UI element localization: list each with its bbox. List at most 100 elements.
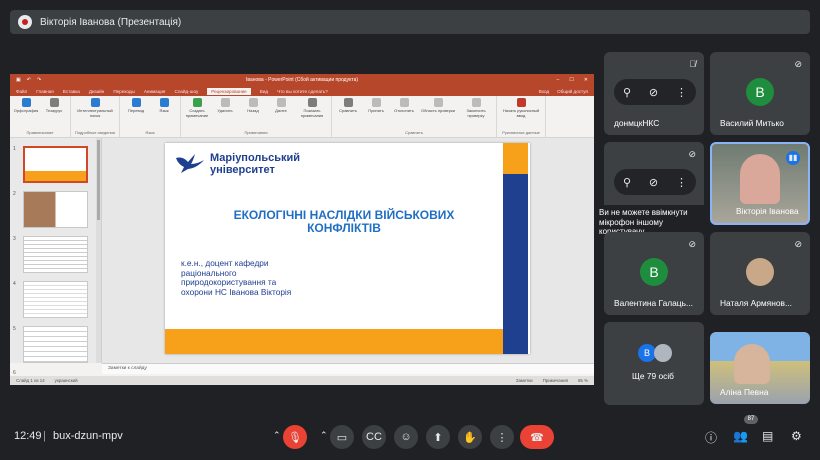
start-inking-button[interactable]: Начать рукописный ввод <box>501 98 541 118</box>
tab-animation[interactable]: Анимация <box>144 89 166 94</box>
next-comment-button[interactable]: Далее <box>269 98 293 118</box>
leave-call-button[interactable]: ☎ <box>520 425 554 449</box>
chat-icon[interactable]: ▤ <box>762 429 773 443</box>
activities-icon[interactable]: ⚙ <box>791 429 802 443</box>
more-participants-tile[interactable]: В Ще 79 осіб <box>604 322 704 405</box>
reviewing-pane-button[interactable]: Область проверки <box>420 98 456 118</box>
participant-tile[interactable]: ⊘ В Валентина Галаць... <box>604 232 704 315</box>
reject-button[interactable]: Отклонить <box>392 98 416 118</box>
camera-button[interactable]: ▭ <box>330 425 354 449</box>
more-participants-label: Ще 79 осіб <box>632 371 674 381</box>
slide-title: ЕКОЛОГІЧНІ НАСЛІДКИ ВІЙСЬКОВИХ КОНФЛІКТІ… <box>233 208 455 236</box>
tile-actions: ⚲ ⊘ ⋮ <box>614 79 696 105</box>
sign-in-link[interactable]: Вход <box>539 89 549 94</box>
compare-button[interactable]: Сравнить <box>336 98 360 118</box>
group-label: Сравнить <box>405 130 423 135</box>
meeting-code: bux-dzun-mpv <box>53 430 123 442</box>
slide-notes[interactable]: Заметки к слайду <box>102 363 594 374</box>
slide-decor-orange <box>503 143 528 174</box>
participant-tile[interactable]: 🎙̸ ⚲ ⊘ ⋮ донмцкНКС <box>604 52 704 135</box>
mic-off-icon: ⊘ <box>688 239 696 249</box>
reactions-button[interactable]: ☺ <box>394 425 418 449</box>
comments-toggle[interactable]: Примечания <box>543 378 568 383</box>
participant-tile[interactable]: ⊘ В Василий Митько <box>710 52 810 135</box>
tile-actions: ⚲ ⊘ ⋮ <box>614 169 696 195</box>
slide-thumbnail[interactable] <box>23 281 88 318</box>
delete-comment-button[interactable]: Удалить <box>213 98 237 118</box>
end-review-icon <box>471 98 481 107</box>
language-button[interactable]: Язык <box>152 98 176 113</box>
participant-tile[interactable]: ⊘ Наталя Армянов... <box>710 232 810 315</box>
present-button[interactable]: ⬆ <box>426 425 450 449</box>
meeting-info-icon[interactable]: ⓘ <box>705 429 717 446</box>
slide-thumbnail[interactable] <box>23 191 88 228</box>
slide-thumbnail[interactable] <box>23 236 88 273</box>
slide-counter: Слайд 1 из 14 <box>16 378 45 383</box>
language-status[interactable]: украинский <box>55 378 78 383</box>
language-icon <box>159 98 169 107</box>
tab-review[interactable]: Рецензирование <box>207 87 251 95</box>
thumbnails-scrollbar[interactable] <box>96 138 101 363</box>
avatar-photo <box>654 344 672 362</box>
end-review-button[interactable]: Закончить проверку <box>460 98 492 118</box>
university-bird-logo <box>176 154 204 173</box>
tab-view[interactable]: Вид <box>260 89 268 94</box>
tab-design[interactable]: Дизайн <box>89 89 104 94</box>
more-options-icon[interactable]: ⋮ <box>676 86 687 99</box>
present-screen-icon: ⬆ <box>433 431 443 444</box>
hang-up-icon: ☎ <box>530 431 544 444</box>
accept-button[interactable]: Принять <box>364 98 388 118</box>
thesaurus-button[interactable]: Тезаурус <box>42 98 66 113</box>
people-icon[interactable]: 👥 <box>733 429 748 443</box>
mic-off-icon[interactable]: ⊘ <box>649 86 658 99</box>
video-options-caret[interactable]: ⌃ <box>320 430 328 441</box>
share-button[interactable]: Общий доступ <box>557 89 588 94</box>
camera-icon: ▭ <box>336 431 348 444</box>
new-comment-button[interactable]: Создать примечание <box>185 98 209 118</box>
slide-thumbnail[interactable] <box>23 146 88 183</box>
delete-icon <box>220 98 230 107</box>
mic-off-icon: ⊘ <box>794 59 802 69</box>
more-options-icon[interactable]: ⋮ <box>676 176 687 189</box>
people-count-badge: 87 <box>744 415 758 424</box>
mic-button[interactable]: 🎙 <box>283 425 307 449</box>
ribbon-group-comments: Создать примечание Удалить Назад Далее П… <box>181 96 332 137</box>
more-options-button[interactable]: ⋮ <box>490 425 514 449</box>
mic-off-icon: 🎙̸ <box>689 59 696 69</box>
tab-insert[interactable]: Вставка <box>63 89 80 94</box>
slide-thumbnail[interactable] <box>23 326 88 363</box>
participant-tile[interactable]: Аліна Певна <box>710 332 810 404</box>
translate-icon <box>131 98 141 107</box>
participant-name: Валентина Галаць... <box>614 298 693 308</box>
zoom-level[interactable]: 65 % <box>578 378 588 383</box>
ppt-title-bar: ▣ ↶ ↷ Іванова - PowerPoint (Сбой активац… <box>10 74 594 86</box>
translate-button[interactable]: Перевод <box>124 98 148 113</box>
raise-hand-button[interactable]: ✋ <box>458 425 482 449</box>
pin-icon[interactable]: ⚲ <box>623 176 631 189</box>
tab-file[interactable]: Файл <box>16 89 27 94</box>
tell-me-search[interactable]: Что вы хотите сделать? <box>277 89 328 94</box>
thesaurus-icon <box>49 98 59 107</box>
show-comments-button[interactable]: Показать примечания <box>297 98 327 118</box>
audio-options-caret[interactable]: ⌃ <box>273 430 281 441</box>
show-comments-icon <box>307 98 317 107</box>
tab-slideshow[interactable]: Слайд-шоу <box>174 89 198 94</box>
tab-home[interactable]: Главная <box>36 89 53 94</box>
participant-name: Наталя Армянов... <box>720 298 792 308</box>
participant-video <box>740 154 780 204</box>
captions-button[interactable]: CC <box>362 425 386 449</box>
smart-lookup-button[interactable]: Интеллектуальный поиск <box>75 98 115 118</box>
spelling-button[interactable]: Орфография <box>14 98 38 113</box>
participant-name: Василий Митько <box>720 118 784 128</box>
participant-tile-speaking[interactable]: ▮▮ Вікторія Іванова <box>710 142 810 225</box>
current-slide[interactable]: Маріупольський університет ЕКОЛОГІЧНІ НА… <box>165 143 530 354</box>
tab-transitions[interactable]: Переходы <box>113 89 135 94</box>
smart-lookup-icon <box>90 98 100 107</box>
mic-off-icon[interactable]: ⊘ <box>649 176 658 189</box>
prev-comment-button[interactable]: Назад <box>241 98 265 118</box>
presentation-header: Вікторія Іванова (Презентація) <box>10 10 810 34</box>
pin-icon[interactable]: ⚲ <box>623 86 631 99</box>
slide-canvas: Маріупольський університет ЕКОЛОГІЧНІ НА… <box>102 138 594 363</box>
reviewing-pane-icon <box>433 98 443 107</box>
notes-toggle[interactable]: Заметки <box>516 378 533 383</box>
